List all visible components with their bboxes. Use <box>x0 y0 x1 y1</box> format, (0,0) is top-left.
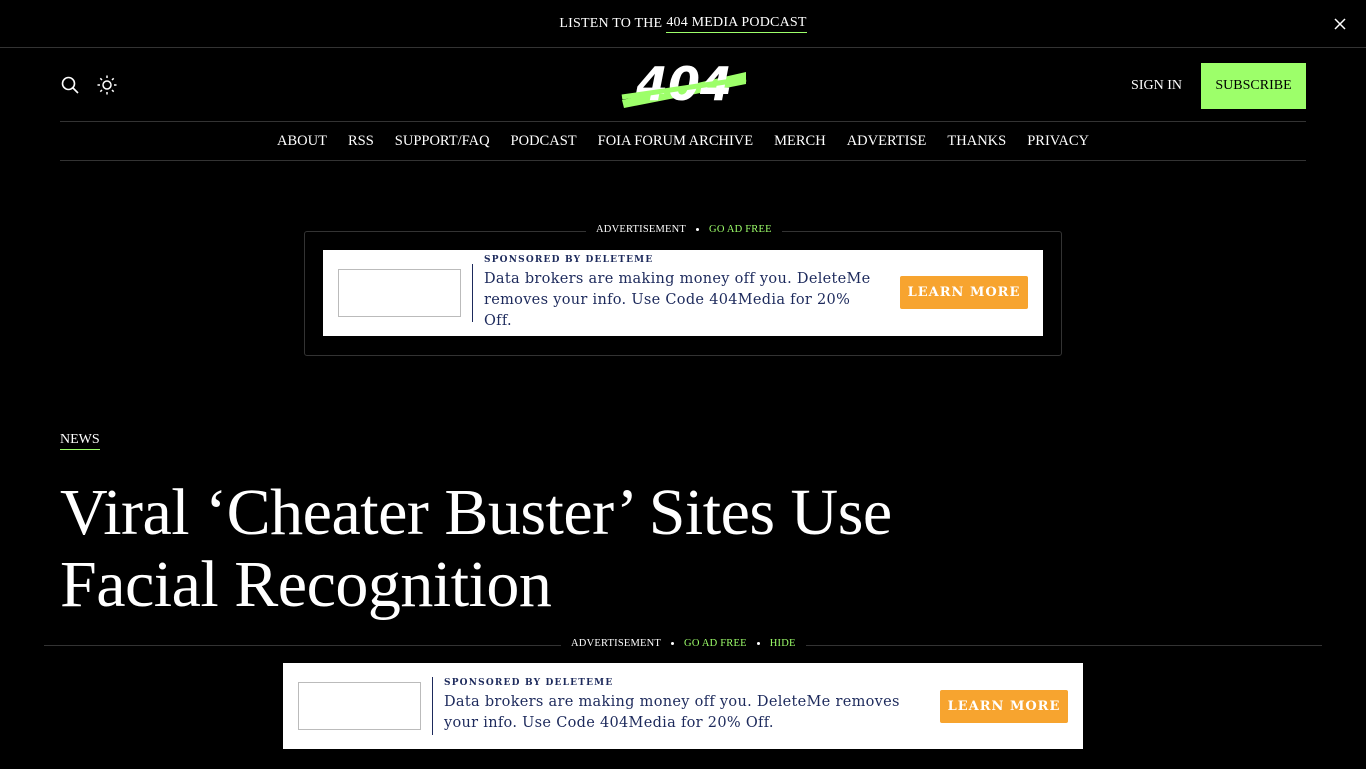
ad-divider <box>432 677 433 735</box>
article-tag-news[interactable]: NEWS <box>60 432 100 450</box>
sponsored-ad-card[interactable]: SPONSORED BY DELETEME Data brokers are m… <box>283 663 1083 749</box>
ad-image-placeholder <box>298 682 421 730</box>
theme-toggle-button[interactable] <box>97 75 117 95</box>
top-ad-container: ADVERTISEMENT GO AD FREE SPONSORED BY DE… <box>304 224 1062 356</box>
sponsored-ad-card[interactable]: SPONSORED BY DELETEME Data brokers are m… <box>323 250 1043 336</box>
nav-item-podcast[interactable]: PODCAST <box>511 133 577 150</box>
article-title: Viral ‘Cheater Buster’ Sites Use Facial … <box>60 476 892 621</box>
separator-dot <box>671 642 675 645</box>
go-ad-free-link[interactable]: GO AD FREE <box>709 224 772 235</box>
close-icon <box>1334 18 1346 30</box>
ad-label-text: ADVERTISEMENT <box>596 224 687 235</box>
logo-mark: 404 <box>621 57 747 111</box>
nav-item-support-faq[interactable]: SUPPORT/FAQ <box>395 133 490 150</box>
sun-icon <box>97 75 117 95</box>
learn-more-button[interactable]: LEARN MORE <box>940 690 1068 723</box>
learn-more-button[interactable]: LEARN MORE <box>900 276 1028 309</box>
nav-item-rss[interactable]: RSS <box>348 133 374 150</box>
ad-label-text: ADVERTISEMENT <box>571 638 662 649</box>
sponsored-by-label: SPONSORED BY DELETEME <box>444 678 614 688</box>
site-logo[interactable]: 404 <box>620 57 748 111</box>
ad-label: ADVERTISEMENT GO AD FREE HIDE <box>561 638 806 649</box>
nav-item-merch[interactable]: MERCH <box>774 133 826 150</box>
hide-ad-link[interactable]: HIDE <box>770 638 796 649</box>
search-button[interactable] <box>60 75 80 95</box>
ad-body-text: Data brokers are making money off you. D… <box>484 270 871 329</box>
ad-image-placeholder <box>338 269 461 317</box>
announcement-bar: LISTEN TO THE 404 MEDIA PODCAST <box>0 0 1366 48</box>
nav-item-about[interactable]: ABOUT <box>277 133 327 150</box>
sponsored-by-label: SPONSORED BY DELETEME <box>484 254 654 265</box>
ad-body-text: Data brokers are making money off you. D… <box>444 694 900 731</box>
close-announcement-button[interactable] <box>1330 14 1350 34</box>
ad-label: ADVERTISEMENT GO AD FREE <box>586 224 782 235</box>
site-header: 404 SIGN IN SUBSCRIBE <box>60 48 1306 122</box>
nav-item-foia-forum-archive[interactable]: FOIA FORUM ARCHIVE <box>598 133 754 150</box>
nav-item-thanks[interactable]: THANKS <box>947 133 1006 150</box>
sign-in-link[interactable]: SIGN IN <box>1131 78 1182 94</box>
main-nav: ABOUT RSS SUPPORT/FAQ PODCAST FOIA FORUM… <box>60 122 1306 161</box>
separator-dot <box>756 642 760 645</box>
sticky-bottom-ad: ADVERTISEMENT GO AD FREE HIDE SPONSORED … <box>44 638 1322 769</box>
ad-divider <box>472 264 473 322</box>
nav-item-privacy[interactable]: PRIVACY <box>1027 133 1089 150</box>
search-icon <box>61 76 79 94</box>
nav-item-advertise[interactable]: ADVERTISE <box>847 133 927 150</box>
separator-dot <box>696 228 700 231</box>
go-ad-free-link[interactable]: GO AD FREE <box>684 638 747 649</box>
subscribe-button[interactable]: SUBSCRIBE <box>1201 63 1306 109</box>
announcement-prefix: LISTEN TO THE <box>559 15 663 31</box>
podcast-link[interactable]: 404 MEDIA PODCAST <box>666 15 807 33</box>
